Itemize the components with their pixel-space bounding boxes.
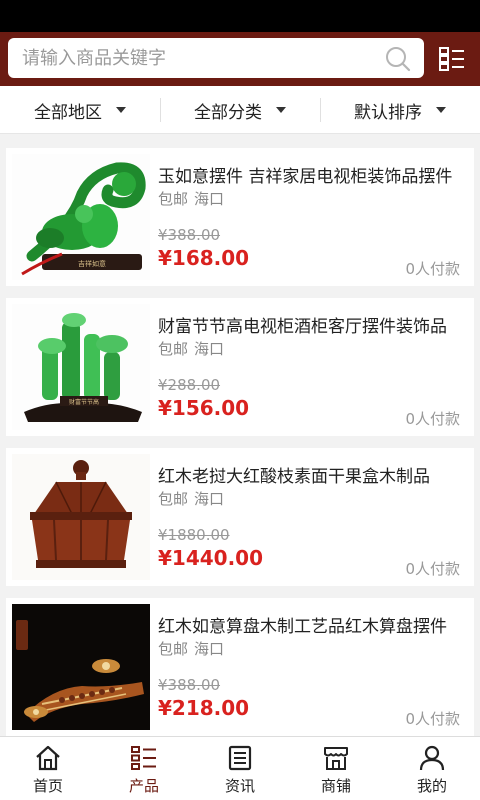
tab-label: 我的 — [416, 777, 447, 795]
filter-bar: 全部地区 全部分类 默认排序 — [0, 86, 480, 134]
store-icon — [324, 747, 348, 770]
product-image: 财富节节高 — [12, 304, 150, 430]
bottom-tab-bar: 首页 产品 资讯 商铺 我的 — [0, 736, 480, 800]
location-tag: 海口 — [194, 490, 225, 508]
product-meta: 包邮 海口 — [158, 338, 224, 359]
original-price: ¥388.00 — [158, 226, 221, 244]
product-image — [12, 604, 150, 730]
product-meta: 包邮 海口 — [158, 638, 224, 659]
filter-region-label: 全部地区 — [34, 102, 102, 123]
original-price: ¥1880.00 — [158, 526, 230, 544]
product-card[interactable]: 财富节节高 财富节节高电视柜酒柜客厅摆件装饰品 包邮 海口 ¥288.00 ¥15… — [6, 298, 474, 436]
home-icon — [36, 745, 60, 771]
original-price: ¥288.00 — [158, 376, 221, 394]
tab-products[interactable]: 产品 — [96, 737, 192, 800]
category-menu-icon[interactable] — [438, 46, 466, 72]
caret-down-icon — [276, 107, 286, 113]
product-image — [12, 454, 150, 580]
filter-category[interactable]: 全部分类 — [160, 86, 320, 134]
tab-label: 首页 — [32, 777, 63, 795]
tab-profile[interactable]: 我的 — [384, 737, 480, 800]
tab-store[interactable]: 商铺 — [288, 737, 384, 800]
tab-label: 商铺 — [320, 777, 351, 795]
paid-count: 0人付款 — [405, 560, 460, 578]
original-price: ¥388.00 — [158, 676, 221, 694]
tab-home[interactable]: 首页 — [0, 737, 96, 800]
product-meta: 包邮 海口 — [158, 188, 224, 209]
location-tag: 海口 — [194, 190, 225, 208]
paid-count: 0人付款 — [405, 260, 460, 278]
plaque-text: 吉祥如意 — [78, 259, 106, 268]
product-title: 财富节节高电视柜酒柜客厅摆件装饰品 — [158, 317, 447, 337]
filter-sort[interactable]: 默认排序 — [320, 86, 480, 134]
product-meta: 包邮 海口 — [158, 488, 224, 509]
sale-price: ¥168.00 — [158, 246, 250, 270]
shipping-tag: 包邮 — [158, 640, 189, 658]
tab-label: 产品 — [128, 777, 159, 795]
product-title: 玉如意摆件 吉祥家居电视柜装饰品摆件 — [158, 167, 453, 187]
product-title: 红木老挝大红酸枝素面干果盒木制品 — [158, 467, 430, 487]
filter-sort-label: 默认排序 — [354, 102, 422, 123]
shipping-tag: 包邮 — [158, 340, 189, 358]
search-icon[interactable] — [384, 45, 412, 73]
location-tag: 海口 — [194, 340, 225, 358]
paid-count: 0人付款 — [405, 710, 460, 728]
search-input[interactable] — [22, 38, 372, 78]
product-list-icon — [131, 746, 156, 770]
tab-label: 资讯 — [224, 777, 255, 795]
product-image: 吉祥如意 — [12, 154, 150, 280]
paid-count: 0人付款 — [405, 410, 460, 428]
location-tag: 海口 — [194, 640, 225, 658]
filter-region[interactable]: 全部地区 — [0, 86, 160, 134]
status-bar — [0, 0, 480, 32]
search-box[interactable] — [8, 38, 424, 78]
product-card[interactable]: 红木如意算盘木制工艺品红木算盘摆件 包邮 海口 ¥388.00 ¥218.00 0… — [6, 598, 474, 736]
tab-news[interactable]: 资讯 — [192, 737, 288, 800]
shipping-tag: 包邮 — [158, 490, 189, 508]
product-card[interactable]: 红木老挝大红酸枝素面干果盒木制品 包邮 海口 ¥1880.00 ¥1440.00 … — [6, 448, 474, 586]
sale-price: ¥1440.00 — [158, 546, 264, 570]
product-title: 红木如意算盘木制工艺品红木算盘摆件 — [158, 617, 447, 637]
header-bar — [0, 32, 480, 86]
plaque-text: 财富节节高 — [69, 398, 99, 406]
shipping-tag: 包邮 — [158, 190, 189, 208]
caret-down-icon — [116, 107, 126, 113]
news-icon — [228, 745, 252, 771]
sale-price: ¥218.00 — [158, 696, 250, 720]
sale-price: ¥156.00 — [158, 396, 250, 420]
caret-down-icon — [436, 107, 446, 113]
product-list: 吉祥如意 玉如意摆件 吉祥家居电视柜装饰品摆件 包邮 海口 ¥388.00 ¥16… — [0, 134, 480, 736]
product-card[interactable]: 吉祥如意 玉如意摆件 吉祥家居电视柜装饰品摆件 包邮 海口 ¥388.00 ¥16… — [6, 148, 474, 286]
filter-category-label: 全部分类 — [194, 102, 262, 123]
user-icon — [419, 745, 445, 771]
